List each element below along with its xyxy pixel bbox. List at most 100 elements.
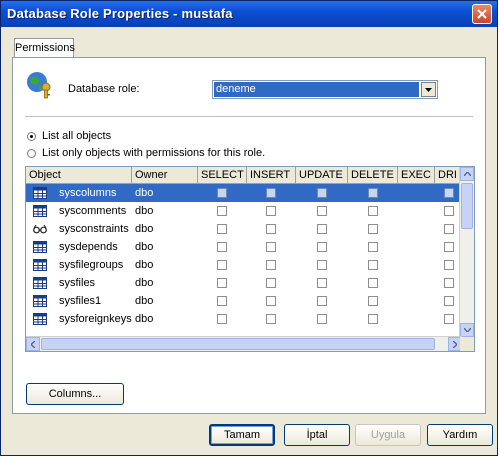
scroll-up-button[interactable]	[460, 167, 474, 181]
database-role-value: deneme	[214, 82, 419, 97]
select-checkbox[interactable]	[217, 206, 227, 216]
select-checkbox[interactable]	[217, 314, 227, 324]
object-owner: dbo	[135, 277, 154, 289]
delete-checkbox[interactable]	[368, 242, 378, 252]
col-dri[interactable]: DRI	[435, 167, 462, 183]
update-checkbox[interactable]	[317, 260, 327, 270]
delete-checkbox[interactable]	[368, 224, 378, 234]
object-owner: dbo	[135, 241, 154, 253]
window-title: Database Role Properties - mustafa	[7, 6, 233, 21]
chevron-down-icon[interactable]	[421, 82, 436, 97]
list-only-permissions-option[interactable]: List only objects with permissions for t…	[27, 146, 265, 160]
dri-checkbox[interactable]	[444, 314, 454, 324]
role-globe-key-icon	[27, 72, 51, 99]
update-checkbox[interactable]	[317, 206, 327, 216]
dri-checkbox[interactable]	[444, 278, 454, 288]
table-icon	[33, 295, 47, 307]
insert-checkbox[interactable]	[266, 206, 276, 216]
delete-checkbox[interactable]	[368, 206, 378, 216]
col-delete[interactable]: DELETE	[348, 167, 398, 183]
title-bar[interactable]: Database Role Properties - mustafa	[1, 1, 497, 27]
col-insert[interactable]: INSERT	[247, 167, 296, 183]
scroll-down-button[interactable]	[460, 323, 474, 337]
table-row[interactable]: syscolumns dbo	[26, 184, 462, 202]
dri-checkbox[interactable]	[444, 242, 454, 252]
vertical-scrollbar[interactable]	[459, 167, 474, 337]
permissions-panel: Database role: deneme List all objects L…	[12, 57, 486, 414]
scroll-left-button[interactable]	[26, 337, 40, 351]
horizontal-scrollbar[interactable]	[26, 336, 462, 351]
object-name: sysforeignkeys	[59, 313, 132, 325]
object-name: sysfiles1	[59, 295, 102, 307]
delete-checkbox[interactable]	[368, 296, 378, 306]
ok-button[interactable]: Tamam	[209, 424, 275, 446]
horizontal-scroll-thumb[interactable]	[41, 338, 435, 350]
list-only-radio[interactable]	[27, 148, 36, 158]
col-select[interactable]: SELECT	[198, 167, 247, 183]
insert-checkbox[interactable]	[266, 278, 276, 288]
update-checkbox[interactable]	[317, 278, 327, 288]
table-row[interactable]: sysfiles dbo	[26, 274, 462, 292]
delete-checkbox[interactable]	[368, 260, 378, 270]
update-checkbox[interactable]	[317, 224, 327, 234]
object-owner: dbo	[135, 259, 154, 271]
table-icon	[33, 313, 47, 325]
dri-checkbox[interactable]	[444, 206, 454, 216]
grid-header: Object Owner SELECT INSERT UPDATE DELETE…	[26, 167, 474, 184]
insert-checkbox[interactable]	[266, 260, 276, 270]
object-name: syscomments	[59, 205, 127, 217]
close-button[interactable]	[472, 4, 492, 24]
select-checkbox[interactable]	[217, 296, 227, 306]
insert-checkbox[interactable]	[266, 242, 276, 252]
apply-button[interactable]: Uygula	[355, 424, 421, 446]
tab-permissions[interactable]: Permissions	[14, 38, 75, 58]
table-row[interactable]: syscomments dbo	[26, 202, 462, 220]
table-icon	[33, 205, 47, 217]
select-checkbox[interactable]	[217, 188, 227, 198]
dri-checkbox[interactable]	[444, 260, 454, 270]
chevron-right-icon	[453, 340, 457, 348]
delete-checkbox[interactable]	[368, 278, 378, 288]
dialog-window: Database Role Properties - mustafa Permi…	[0, 0, 498, 456]
table-icon	[33, 187, 47, 199]
close-icon	[477, 9, 487, 19]
dri-checkbox[interactable]	[444, 224, 454, 234]
table-row[interactable]: sysfiles1 dbo	[26, 292, 462, 310]
object-name: sysdepends	[59, 241, 118, 253]
col-update[interactable]: UPDATE	[296, 167, 348, 183]
col-object[interactable]: Object	[26, 167, 132, 183]
dri-checkbox[interactable]	[444, 188, 454, 198]
select-checkbox[interactable]	[217, 242, 227, 252]
help-button[interactable]: Yardım	[427, 424, 493, 446]
permissions-grid[interactable]: Object Owner SELECT INSERT UPDATE DELETE…	[25, 166, 475, 352]
update-checkbox[interactable]	[317, 314, 327, 324]
update-checkbox[interactable]	[317, 188, 327, 198]
insert-checkbox[interactable]	[266, 224, 276, 234]
list-all-objects-option[interactable]: List all objects	[27, 129, 111, 143]
select-checkbox[interactable]	[217, 278, 227, 288]
update-checkbox[interactable]	[317, 242, 327, 252]
insert-checkbox[interactable]	[266, 188, 276, 198]
cancel-button[interactable]: İptal	[284, 424, 350, 446]
table-row[interactable]: sysfilegroups dbo	[26, 256, 462, 274]
select-checkbox[interactable]	[217, 224, 227, 234]
table-row[interactable]: sysforeignkeys dbo	[26, 310, 462, 328]
columns-button[interactable]: Columns...	[26, 383, 124, 405]
insert-checkbox[interactable]	[266, 296, 276, 306]
col-owner[interactable]: Owner	[132, 167, 198, 183]
select-checkbox[interactable]	[217, 260, 227, 270]
delete-checkbox[interactable]	[368, 188, 378, 198]
table-row[interactable]: sysconstraints dbo	[26, 220, 462, 238]
insert-checkbox[interactable]	[266, 314, 276, 324]
list-all-radio[interactable]	[27, 131, 36, 141]
vertical-scroll-thumb[interactable]	[461, 183, 473, 229]
database-role-dropdown[interactable]: deneme	[212, 80, 438, 99]
delete-checkbox[interactable]	[368, 314, 378, 324]
list-only-label: List only objects with permissions for t…	[42, 147, 266, 159]
col-exec[interactable]: EXEC	[398, 167, 435, 183]
list-all-label: List all objects	[42, 130, 112, 142]
update-checkbox[interactable]	[317, 296, 327, 306]
scrollbar-corner	[460, 337, 474, 351]
dri-checkbox[interactable]	[444, 296, 454, 306]
table-row[interactable]: sysdepends dbo	[26, 238, 462, 256]
